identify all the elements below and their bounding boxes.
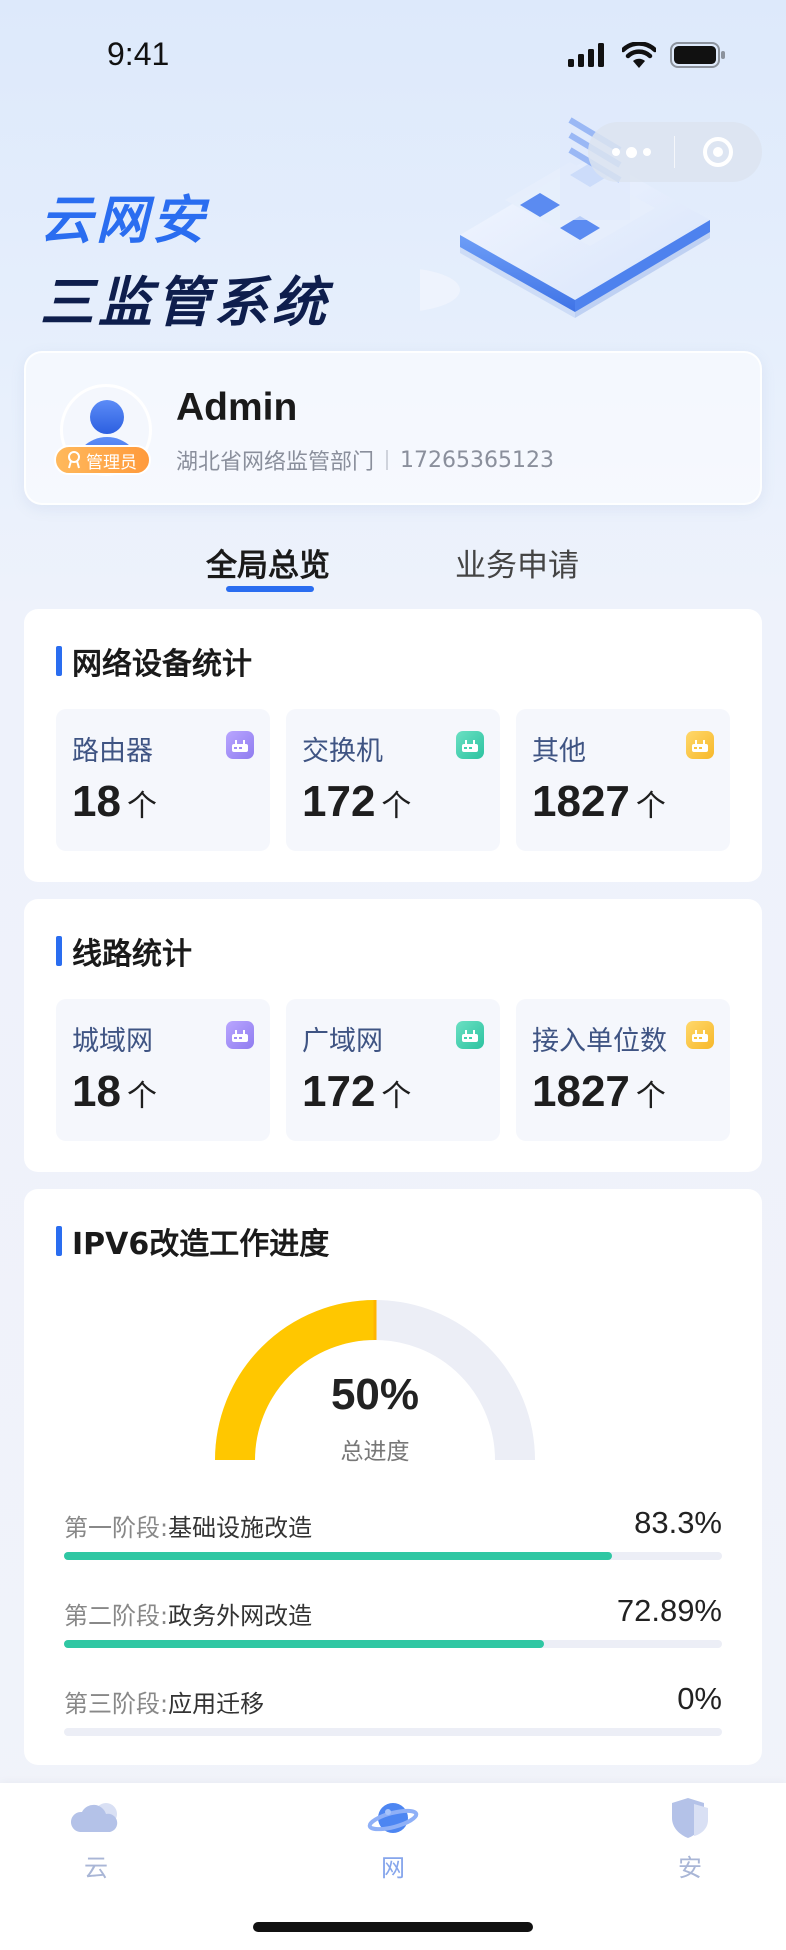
- user-badge-icon: [68, 451, 80, 469]
- wan-icon: [456, 1021, 484, 1049]
- phase-1-value: 83.3%: [634, 1505, 722, 1540]
- phase-2-progress-bar: [64, 1640, 722, 1648]
- phase-2-progress-fill: [64, 1640, 544, 1648]
- target-icon: [703, 137, 733, 167]
- hero-title-line2: 三监管系统: [40, 271, 330, 334]
- role-badge: 管理员: [54, 445, 151, 475]
- tab-overview[interactable]: 全局总览: [206, 540, 330, 585]
- other-device-icon: [686, 731, 714, 759]
- more-dot-icon: [611, 148, 620, 156]
- stat-value: 172 个: [302, 777, 412, 826]
- stat-label: 路由器: [72, 736, 153, 767]
- tab-business-apply[interactable]: 业务申请: [455, 540, 579, 585]
- phase-3-progress-bar: [64, 1728, 722, 1736]
- status-time: 9:41: [107, 36, 170, 72]
- tab-active-indicator: [226, 586, 314, 592]
- device-stats-card: 网络设备统计 路由器 18 个 交换机 172 个 其他 1827 个: [24, 609, 762, 882]
- access-unit-icon: [686, 1021, 714, 1049]
- phase-1-label: 第一阶段:基础设施改造: [64, 1514, 313, 1542]
- stat-label: 其他: [532, 736, 586, 767]
- stat-value: 1827 个: [532, 777, 666, 826]
- stat-value: 18 个: [72, 777, 157, 826]
- stat-label: 交换机: [302, 736, 383, 767]
- stat-access-units[interactable]: 接入单位数 1827 个: [516, 999, 730, 1141]
- phase-2-label: 第二阶段:政务外网改造: [64, 1602, 313, 1630]
- stat-value: 172 个: [302, 1067, 412, 1116]
- stat-wan[interactable]: 广域网 172 个: [286, 999, 500, 1141]
- more-menu-button[interactable]: [588, 122, 674, 182]
- stat-other[interactable]: 其他 1827 个: [516, 709, 730, 851]
- stat-label: 接入单位数: [532, 1026, 667, 1057]
- switch-icon: [456, 731, 484, 759]
- tabbar-label-security: 安: [678, 1854, 702, 1882]
- man-icon: [226, 1021, 254, 1049]
- hero-title-line1: 云网安: [40, 191, 209, 251]
- miniprogram-capsule: [588, 122, 762, 182]
- planet-icon: [367, 1803, 419, 1833]
- stat-value: 1827 个: [532, 1067, 666, 1116]
- shield-icon: [672, 1798, 708, 1838]
- tabbar-label-cloud: 云: [84, 1854, 108, 1882]
- more-dot-icon: [642, 148, 651, 156]
- phase-3-value: 0%: [677, 1681, 722, 1716]
- hero-illustration: [420, 100, 710, 318]
- user-meta: 湖北省网络监管部门 17265365123: [176, 444, 554, 476]
- ipv6-progress-card: IPV6改造工作进度: [24, 1189, 762, 1765]
- tabbar-item-network[interactable]: 网: [333, 1796, 453, 1883]
- router-icon: [226, 731, 254, 759]
- phase-1-progress-fill: [64, 1552, 613, 1560]
- tabbar-item-cloud[interactable]: 云: [36, 1796, 156, 1883]
- stat-label: 城域网: [72, 1026, 153, 1057]
- stat-value: 18 个: [72, 1067, 157, 1116]
- ipv6-title: IPV6改造工作进度: [56, 1219, 329, 1263]
- close-miniprogram-button[interactable]: [675, 122, 761, 182]
- stat-man[interactable]: 城域网 18 个: [56, 999, 270, 1141]
- phase-3-label: 第三阶段:应用迁移: [64, 1690, 265, 1718]
- stat-switch[interactable]: 交换机 172 个: [286, 709, 500, 851]
- user-name: Admin: [176, 386, 298, 429]
- overall-progress-value: 50%: [330, 1370, 420, 1419]
- stat-router[interactable]: 路由器 18 个: [56, 709, 270, 851]
- cloud-icon: [70, 1803, 118, 1832]
- stat-label: 广域网: [302, 1026, 383, 1057]
- more-dot-icon: [625, 146, 637, 158]
- home-indicator: [253, 1922, 533, 1932]
- tabbar-item-security[interactable]: 安: [630, 1796, 750, 1883]
- device-stats-title: 网络设备统计: [56, 639, 252, 683]
- tabbar-label-network: 网: [381, 1854, 405, 1882]
- overall-progress-label: 总进度: [340, 1439, 410, 1465]
- line-stats-card: 线路统计 城域网 18 个 广域网 172 个 接入单位数 1827 个: [24, 899, 762, 1172]
- line-stats-title: 线路统计: [56, 929, 192, 973]
- phase-1-progress-bar: [64, 1552, 722, 1560]
- user-phone: 17265365123: [400, 447, 554, 473]
- role-badge-label: 管理员: [86, 452, 137, 473]
- user-department: 湖北省网络监管部门: [176, 450, 375, 475]
- meta-divider: [386, 450, 389, 470]
- phase-2-value: 72.89%: [616, 1593, 722, 1628]
